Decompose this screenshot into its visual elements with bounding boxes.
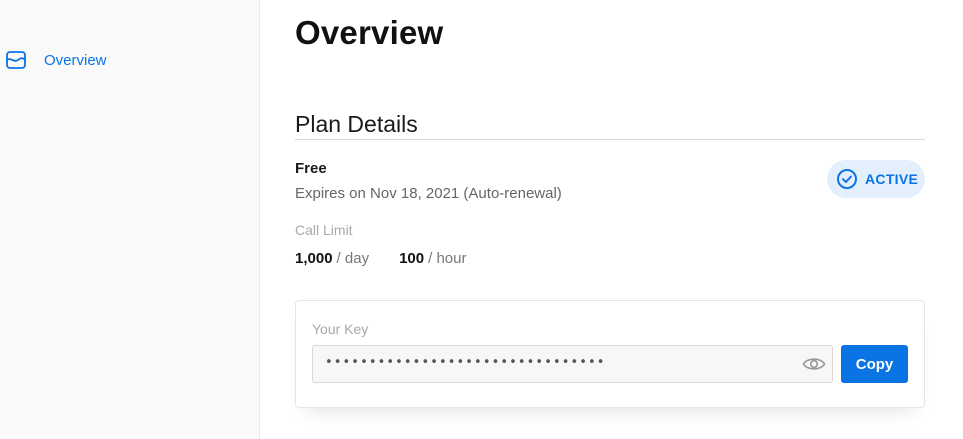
sidebar: Overview xyxy=(0,0,260,439)
limit-hour-unit: / hour xyxy=(428,250,467,267)
api-key-field[interactable]: •••••••••••••••••••••••••••••••• xyxy=(312,345,833,383)
dashboard-icon xyxy=(4,48,28,72)
key-label: Your Key xyxy=(312,321,369,337)
limit-day-unit: / day xyxy=(336,250,370,267)
sidebar-item-label: Overview xyxy=(44,51,107,69)
sidebar-item-overview[interactable]: Overview xyxy=(0,46,107,74)
plan-expiry: Expires on Nov 18, 2021 (Auto-renewal) xyxy=(295,185,562,202)
limit-hour-value: 100 xyxy=(399,250,425,267)
page-title: Overview xyxy=(295,14,444,51)
app-root: Overview Overview Plan Details Free Expi… xyxy=(0,0,963,439)
copy-button[interactable]: Copy xyxy=(841,345,908,383)
status-label: ACTIVE xyxy=(865,171,919,187)
section-divider xyxy=(295,139,925,140)
status-badge: ACTIVE xyxy=(827,160,925,198)
call-limit-label: Call Limit xyxy=(295,222,353,238)
main-content: Overview Plan Details Free Expires on No… xyxy=(260,0,963,439)
limit-day-value: 1,000 xyxy=(295,250,333,267)
eye-icon[interactable] xyxy=(802,354,826,374)
section-title-plan-details: Plan Details xyxy=(295,111,418,137)
api-key-masked-value: •••••••••••••••••••••••••••••••• xyxy=(325,355,606,370)
call-limit-values: 1,000 / day 100 / hour xyxy=(295,250,466,267)
check-circle-icon xyxy=(836,168,858,190)
api-key-card: Your Key •••••••••••••••••••••••••••••••… xyxy=(295,300,925,408)
plan-name: Free xyxy=(295,160,327,177)
